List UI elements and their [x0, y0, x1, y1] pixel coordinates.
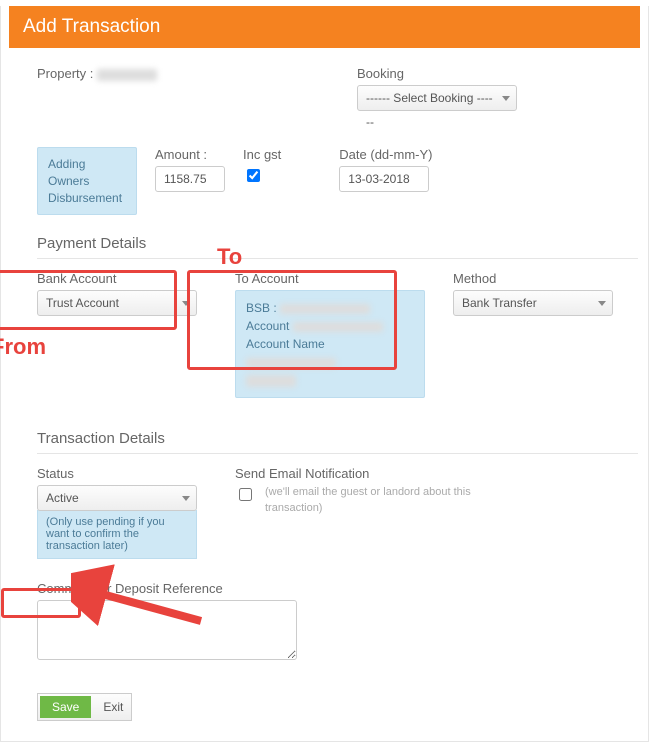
to-account-num-redacted [293, 322, 383, 332]
status-select[interactable]: Active [37, 485, 197, 511]
bank-account-label: Bank Account [37, 271, 207, 286]
to-account-name-redacted [246, 358, 336, 368]
to-account-name-label: Account Name [246, 337, 325, 351]
comment-label: Comment Or Deposit Reference [37, 581, 638, 596]
status-label: Status [37, 466, 207, 481]
transaction-details-heading: Transaction Details [37, 430, 638, 447]
date-label: Date (dd-mm-Y) [339, 147, 432, 162]
to-bsb-label: BSB : [246, 301, 277, 315]
box-line1: Adding [48, 156, 126, 173]
incgst-checkbox[interactable] [247, 169, 260, 182]
box-line3: Disbursement [48, 190, 126, 207]
email-notification-label: Send Email Notification [235, 466, 485, 481]
booking-label: Booking [357, 66, 517, 81]
save-button[interactable]: Save [40, 696, 91, 718]
adding-owners-disbursement-box: Adding Owners Disbursement [37, 147, 137, 215]
method-label: Method [453, 271, 623, 286]
to-bsb-value-redacted [280, 304, 370, 314]
property-value-redacted [97, 69, 157, 81]
email-notification-note: (we'll email the guest or landord about … [265, 485, 485, 516]
date-input[interactable] [339, 166, 429, 192]
exit-button[interactable]: Exit [97, 696, 129, 718]
payment-details-heading: Payment Details [37, 235, 638, 252]
booking-select[interactable]: ------ Select Booking ------ [357, 85, 517, 111]
status-note: (Only use pending if you want to confirm… [37, 510, 197, 559]
to-account-box: BSB : Account Account Name [235, 290, 425, 398]
divider [37, 453, 638, 454]
page-title: Add Transaction [9, 6, 640, 48]
method-select[interactable]: Bank Transfer [453, 290, 613, 316]
comment-textarea[interactable] [37, 600, 297, 660]
to-account-label: To Account [235, 271, 425, 286]
to-account-num-label: Account [246, 319, 289, 333]
divider [37, 258, 638, 259]
property-label: Property : [37, 66, 93, 81]
email-notification-checkbox[interactable] [239, 488, 252, 501]
incgst-label: Inc gst [243, 147, 281, 162]
button-group: Save Exit [37, 693, 132, 721]
box-line2: Owners [48, 173, 126, 190]
amount-label: Amount : [155, 147, 225, 162]
to-extra-redacted [246, 375, 296, 387]
amount-input[interactable] [155, 166, 225, 192]
bank-account-select[interactable]: Trust Account [37, 290, 197, 316]
